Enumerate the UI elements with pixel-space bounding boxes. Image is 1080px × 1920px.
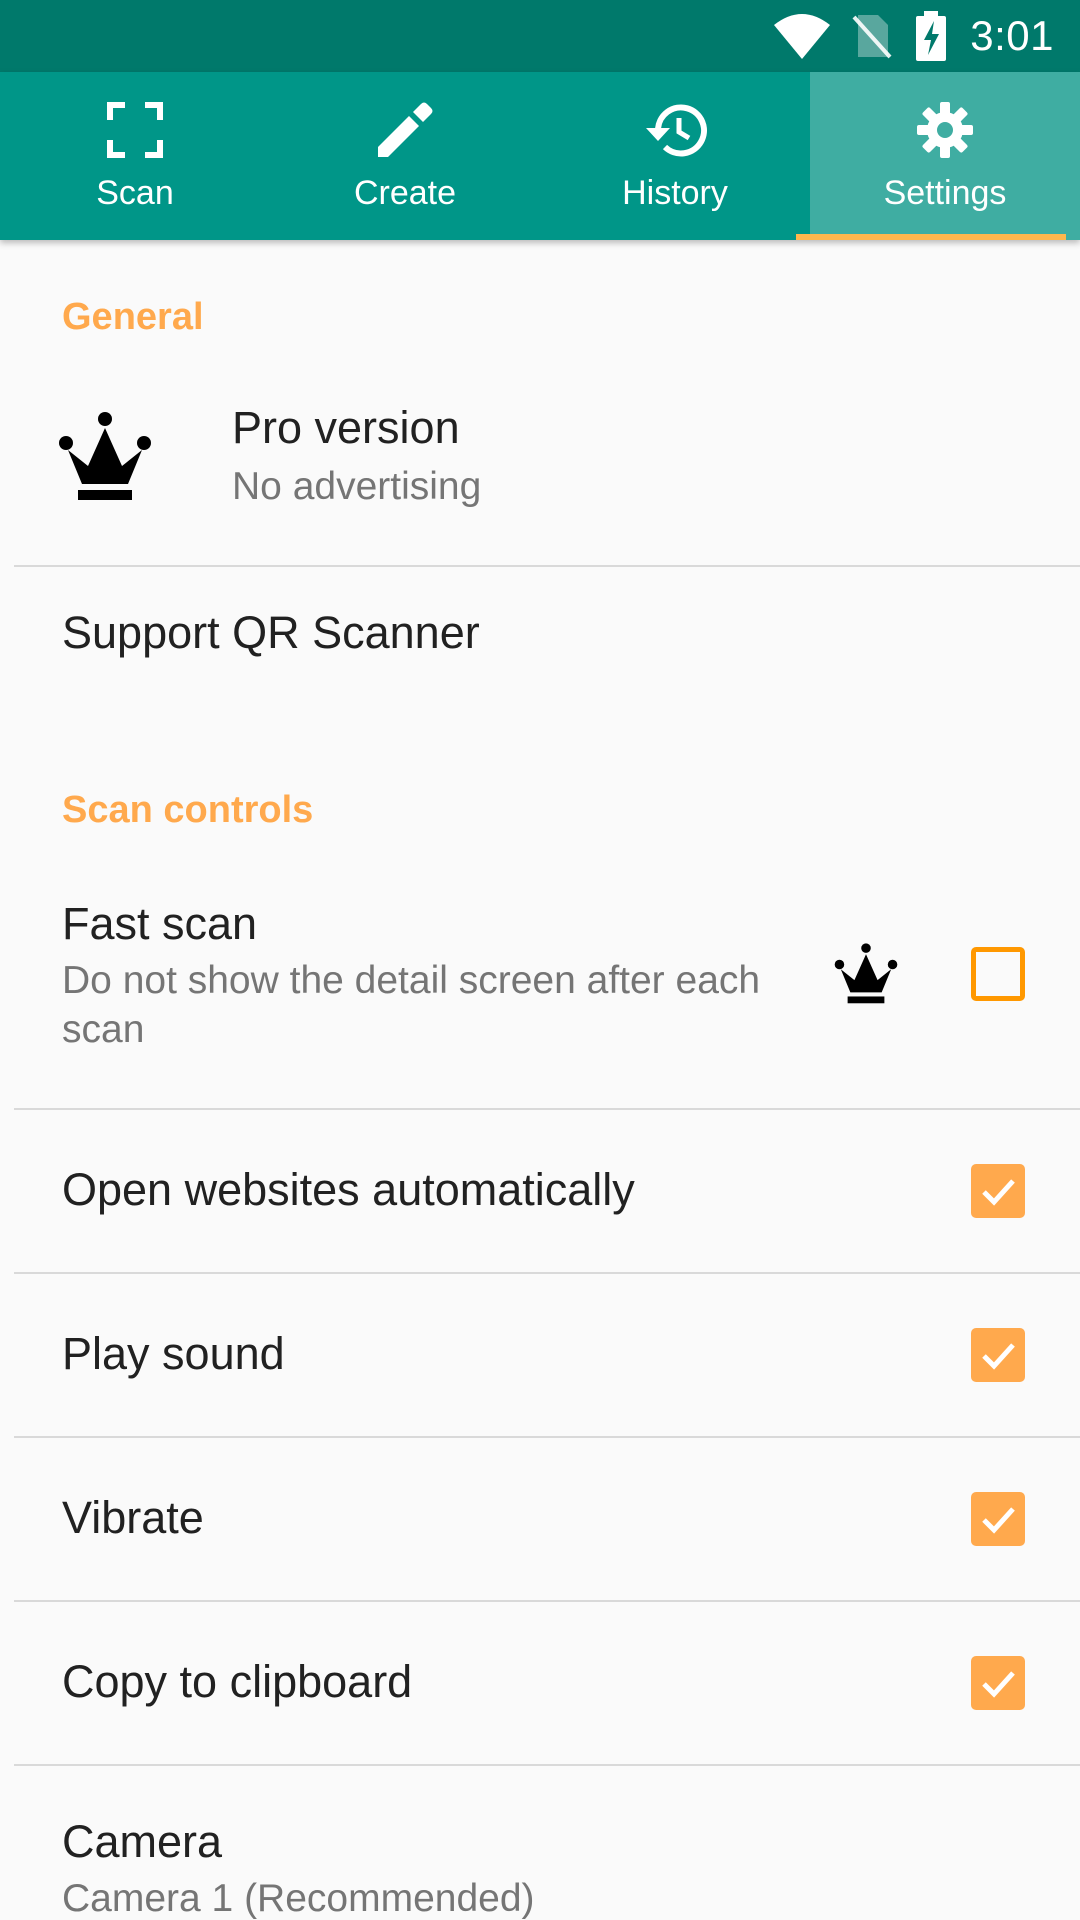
copy-clipboard-checkbox[interactable] <box>971 1656 1025 1710</box>
active-tab-indicator <box>796 234 1066 240</box>
history-icon <box>642 100 708 160</box>
battery-charging-icon <box>914 11 948 61</box>
check-icon <box>982 1671 1015 1698</box>
camera-title: Camera <box>62 1816 223 1867</box>
support-row[interactable]: Support QR Scanner <box>0 567 1080 717</box>
open-websites-row[interactable]: Open websites automatically <box>0 1110 1080 1272</box>
tab-history[interactable]: History <box>540 72 810 240</box>
check-icon <box>982 1179 1015 1206</box>
settings-list: General Pro version No advertising Suppo… <box>0 240 1080 1920</box>
crown-icon <box>834 943 898 1004</box>
fast-scan-summary: Do not show the detail screen after each… <box>62 959 761 1051</box>
tab-label: Scan <box>96 174 174 212</box>
tab-bar: Scan Create History Settings <box>0 72 1080 240</box>
check-icon <box>982 1507 1015 1534</box>
section-header-scan-controls: Scan controls <box>62 789 314 831</box>
pro-version-summary: No advertising <box>232 465 482 508</box>
vibrate-title: Vibrate <box>62 1492 204 1543</box>
play-sound-title: Play sound <box>62 1328 285 1379</box>
no-sim-icon <box>852 13 892 59</box>
pro-version-title: Pro version <box>232 402 460 453</box>
vibrate-row[interactable]: Vibrate <box>0 1438 1080 1600</box>
play-sound-checkbox[interactable] <box>971 1328 1025 1382</box>
pro-version-row[interactable]: Pro version No advertising <box>0 360 1080 565</box>
tab-create[interactable]: Create <box>270 72 540 240</box>
fast-scan-row[interactable]: Fast scan Do not show the detail screen … <box>0 860 1080 1107</box>
open-websites-checkbox[interactable] <box>971 1164 1025 1218</box>
play-sound-row[interactable]: Play sound <box>0 1274 1080 1436</box>
open-websites-title: Open websites automatically <box>62 1164 635 1215</box>
tab-label: History <box>622 174 728 212</box>
status-bar: 3:01 <box>0 0 1080 72</box>
support-title: Support QR Scanner <box>62 607 480 658</box>
tab-scan[interactable]: Scan <box>0 72 270 240</box>
wifi-icon <box>774 13 831 59</box>
tab-label: Settings <box>883 174 1007 212</box>
gear-icon <box>915 100 975 160</box>
section-header-general: General <box>62 296 204 338</box>
copy-clipboard-row[interactable]: Copy to clipboard <box>0 1602 1080 1764</box>
status-time: 3:01 <box>970 12 1054 59</box>
pencil-icon <box>376 100 434 160</box>
crown-icon <box>59 412 151 500</box>
tab-label: Create <box>353 174 457 212</box>
camera-row[interactable]: Camera Camera 1 (Recommended) <box>0 1766 1080 1920</box>
tab-settings[interactable]: Settings <box>796 72 1080 240</box>
copy-clipboard-title: Copy to clipboard <box>62 1656 413 1707</box>
fast-scan-checkbox[interactable] <box>971 947 1025 1001</box>
fast-scan-title: Fast scan <box>62 898 258 949</box>
camera-summary: Camera 1 (Recommended) <box>62 1877 535 1920</box>
scan-frame-icon <box>107 100 163 160</box>
vibrate-checkbox[interactable] <box>971 1492 1025 1546</box>
check-icon <box>982 1343 1015 1370</box>
